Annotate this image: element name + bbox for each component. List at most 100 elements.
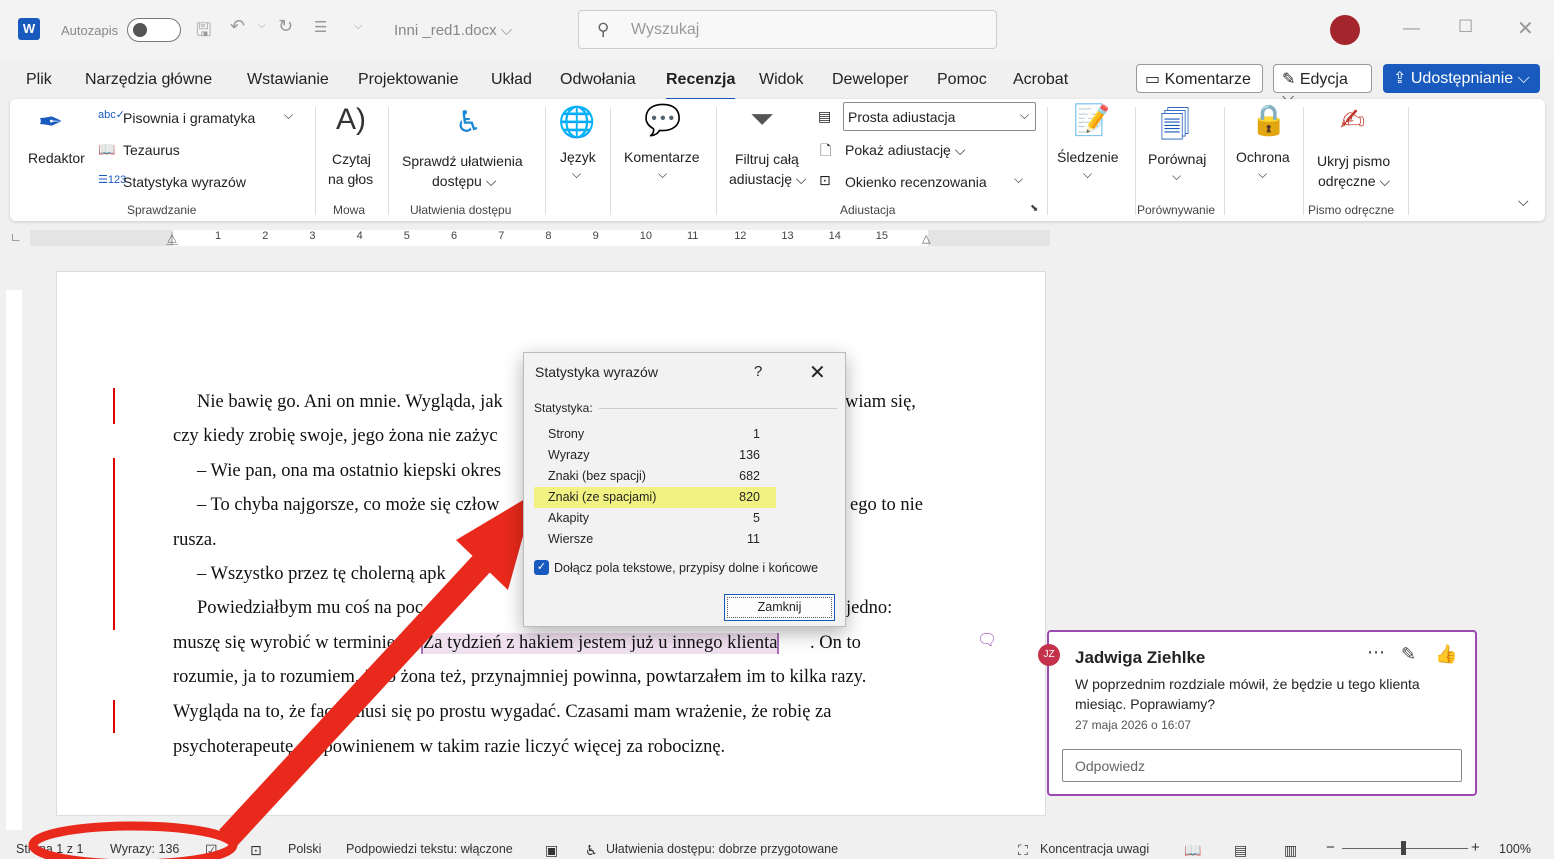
include-textboxes-checkbox[interactable]: ✓: [534, 560, 549, 575]
tab-insert[interactable]: Wstawianie: [247, 71, 329, 89]
language-dropdown-icon[interactable]: ⌵: [572, 167, 581, 182]
redo-icon[interactable]: ↻: [278, 16, 293, 37]
protect-dropdown-icon[interactable]: ⌵: [1258, 167, 1267, 182]
review-pane-button[interactable]: Okienko recenzowania: [845, 174, 987, 190]
status-focus[interactable]: Koncentracja uwagi: [1040, 842, 1149, 856]
tab-help[interactable]: Pomoc: [937, 71, 987, 89]
share-button[interactable]: ⇪ Udostępnianie ⌵: [1383, 64, 1540, 93]
read-aloud-button-line2[interactable]: na głos: [328, 171, 373, 187]
status-accessibility[interactable]: Ułatwienia dostępu: dobrze przygotowane: [606, 842, 838, 856]
doc-line: . On to: [810, 633, 861, 653]
zoom-slider-thumb[interactable]: [1401, 841, 1406, 855]
markup-select-value: Prosta adiustacja: [848, 109, 956, 125]
word-count-button[interactable]: Statystyka wyrazów: [123, 174, 246, 190]
read-mode-icon[interactable]: 📖: [1184, 842, 1201, 859]
macro-icon[interactable]: ⊡: [250, 842, 262, 859]
hide-ink-button[interactable]: Ukryj pismo: [1317, 153, 1390, 169]
commented-text[interactable]: Za tydzień z hakiem jestem już u innego …: [421, 633, 780, 654]
indent-marker-icon[interactable]: ⏅: [166, 230, 178, 247]
hide-ink-button-line2[interactable]: odręczne ⌵: [1318, 173, 1390, 190]
compare-dropdown-icon[interactable]: ⌵: [1172, 169, 1181, 184]
comment-card[interactable]: Jadwiga Ziehlke ⋯ ✎ 👍 W poprzednim rozdz…: [1047, 630, 1477, 796]
spelling-dropdown-icon[interactable]: ⌵: [284, 108, 293, 123]
status-predictions[interactable]: Podpowiedzi tekstu: włączone: [346, 842, 513, 856]
close-icon[interactable]: ✕: [809, 360, 826, 385]
thesaurus-icon: 📖: [98, 141, 116, 157]
tab-design[interactable]: Projektowanie: [358, 71, 459, 89]
comments-dropdown-icon[interactable]: ⌵: [658, 167, 667, 182]
comments-button[interactable]: ▭ Komentarze: [1136, 64, 1263, 93]
markup-select[interactable]: Prosta adiustacja ⌵: [843, 102, 1036, 131]
protect-button[interactable]: Ochrona: [1236, 149, 1290, 165]
tab-acrobat[interactable]: Acrobat: [1013, 71, 1068, 89]
doc-line: rusza.: [173, 530, 217, 550]
comment-avatar: JZ: [1038, 644, 1060, 666]
stat-label: Wyrazy: [548, 448, 590, 462]
more-options-icon[interactable]: ⋯: [1367, 642, 1385, 663]
numbering-icon[interactable]: ☰: [314, 18, 327, 36]
filter-markup-button[interactable]: Filtruj całą: [735, 151, 799, 167]
tracking-options-icon[interactable]: ⬊: [1030, 203, 1038, 214]
proofing-icon[interactable]: ☑: [205, 842, 218, 859]
display-settings-icon[interactable]: ▣: [545, 842, 558, 859]
undo-dropdown-icon[interactable]: ⌵: [258, 20, 266, 31]
search-box[interactable]: ⚲ Wyszukaj: [578, 10, 997, 49]
language-button[interactable]: Język: [560, 149, 596, 165]
tab-review[interactable]: Recenzja: [666, 71, 736, 101]
accessibility-button-line2[interactable]: dostępu ⌵: [432, 173, 496, 190]
ribbon-collapse-icon[interactable]: ⌵: [1518, 193, 1529, 210]
undo-icon[interactable]: ↶: [230, 16, 245, 37]
editor-icon: ✒: [38, 106, 64, 139]
right-indent-icon[interactable]: △: [922, 232, 930, 245]
tab-selector-icon[interactable]: ∟: [10, 230, 22, 244]
maximize-icon[interactable]: ☐: [1458, 17, 1473, 37]
document-name[interactable]: Inni _red1.docx ⌵: [394, 22, 512, 39]
group-ink-label: Pismo odręczne: [1308, 203, 1395, 217]
read-aloud-button[interactable]: Czytaj: [332, 151, 371, 167]
track-changes-button[interactable]: Śledzenie: [1057, 149, 1119, 165]
tab-view[interactable]: Widok: [759, 71, 803, 89]
tab-home[interactable]: Narzędzia główne: [85, 71, 212, 89]
track-dropdown-icon[interactable]: ⌵: [1083, 167, 1092, 182]
print-layout-icon[interactable]: ▤: [1234, 842, 1247, 859]
user-avatar[interactable]: [1330, 15, 1360, 45]
comments-ribbon-button[interactable]: Komentarze: [624, 149, 699, 165]
help-icon[interactable]: ?: [754, 363, 762, 380]
ruler-number: 8: [545, 230, 552, 242]
like-icon[interactable]: 👍: [1435, 644, 1457, 665]
pencil-icon: ✎: [1282, 71, 1296, 88]
zoom-out-icon[interactable]: −: [1326, 839, 1335, 856]
status-zoom[interactable]: 100%: [1499, 842, 1531, 856]
change-bar: [113, 388, 115, 424]
focus-icon: ⛶: [1018, 842, 1028, 858]
tab-developer[interactable]: Deweloper: [832, 71, 908, 89]
edit-comment-icon[interactable]: ✎: [1401, 644, 1416, 665]
review-pane-dropdown-icon[interactable]: ⌵: [1014, 172, 1023, 187]
accessibility-button[interactable]: Sprawdź ułatwienia: [402, 153, 523, 169]
customize-qat-icon[interactable]: ⌵: [354, 20, 362, 33]
spelling-button[interactable]: Pisownia i gramatyka: [123, 110, 255, 126]
comment-marker-icon[interactable]: 🗨: [977, 630, 997, 650]
tab-references[interactable]: Odwołania: [560, 71, 636, 89]
save-icon[interactable]: 🖫: [196, 18, 211, 48]
minimize-icon[interactable]: —: [1403, 18, 1420, 38]
status-language[interactable]: Polski: [288, 842, 321, 856]
thesaurus-button[interactable]: Tezaurus: [123, 142, 180, 158]
reply-input[interactable]: Odpowiedz: [1062, 749, 1462, 782]
tab-plik[interactable]: Plik: [26, 71, 52, 89]
web-layout-icon[interactable]: ▥: [1284, 842, 1297, 859]
close-window-icon[interactable]: ✕: [1517, 16, 1534, 41]
include-textboxes-label[interactable]: Dołącz pola tekstowe, przypisy dolne i k…: [554, 561, 818, 575]
autosave-toggle[interactable]: [127, 18, 181, 42]
show-markup-button[interactable]: Pokaż adiustację ⌵: [845, 142, 965, 159]
status-word-count[interactable]: Wyrazy: 136: [110, 842, 179, 856]
close-button[interactable]: Zamknij: [724, 594, 835, 621]
compare-button[interactable]: Porównaj: [1148, 151, 1206, 167]
editor-button[interactable]: Redaktor: [28, 150, 85, 166]
status-page[interactable]: Strona 1 z 1: [16, 842, 83, 856]
zoom-in-icon[interactable]: +: [1471, 839, 1480, 856]
editing-button[interactable]: ✎ Edycja ⌵: [1273, 64, 1372, 106]
tab-layout[interactable]: Układ: [491, 71, 532, 89]
ruler-number: 1: [215, 230, 222, 242]
filter-markup-button-line2[interactable]: adiustację ⌵: [729, 171, 807, 188]
